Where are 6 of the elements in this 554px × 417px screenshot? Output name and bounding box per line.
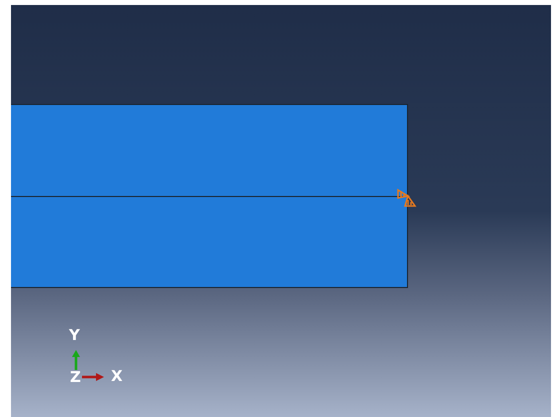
x-axis-arrow bbox=[82, 373, 104, 381]
axis-label: X bbox=[111, 369, 123, 384]
axis-label: Z bbox=[70, 370, 81, 385]
axis-label: Y bbox=[69, 328, 80, 343]
y-axis-arrow bbox=[72, 350, 80, 370]
boundary-condition-icon bbox=[397, 188, 417, 208]
